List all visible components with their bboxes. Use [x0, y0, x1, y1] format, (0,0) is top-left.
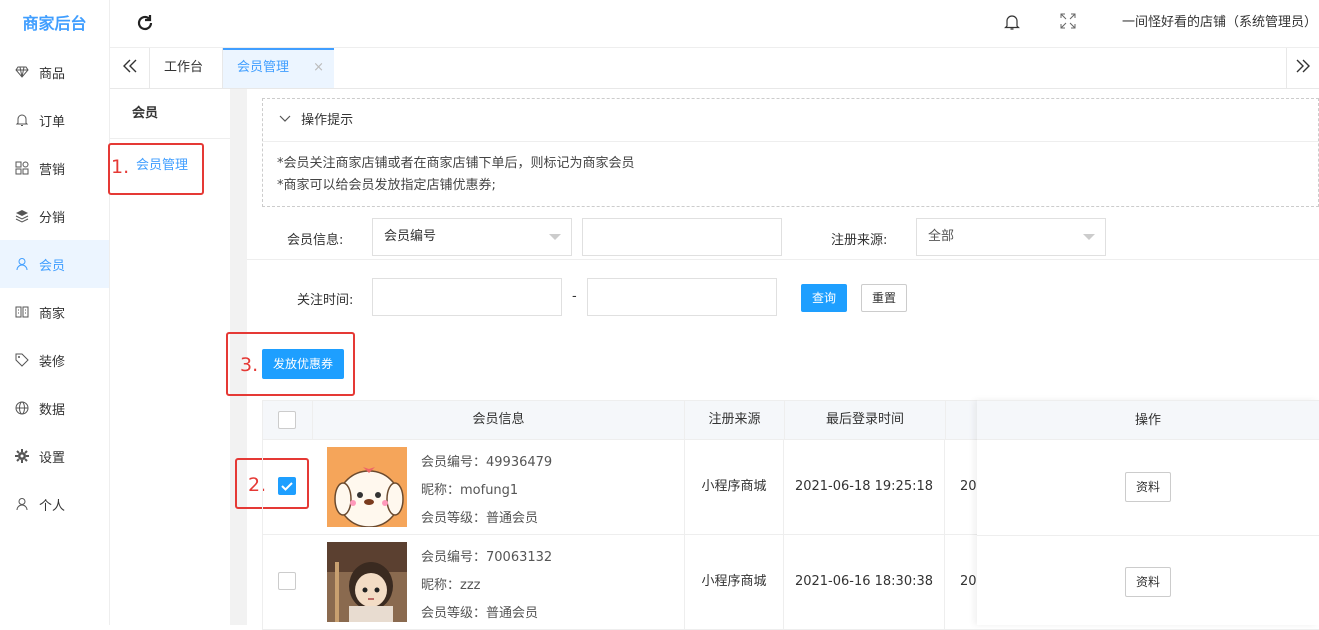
sidebar-item-label: 个人 — [39, 498, 66, 514]
member-detail-button[interactable]: 资料 — [1125, 567, 1171, 597]
sidebar-item-label: 商家 — [39, 306, 66, 322]
member-info-input[interactable] — [582, 218, 782, 256]
checkmark-icon — [281, 482, 293, 491]
sidebar-item-merchants[interactable]: 商家 — [0, 288, 109, 336]
tab-label: 工作台 — [164, 60, 204, 75]
row-divider — [977, 535, 1319, 536]
select-all-cell — [263, 401, 313, 439]
app-logo: 商家后台 — [22, 14, 87, 33]
column-header-last-login: 最后登录时间 — [785, 401, 946, 439]
tag-icon — [15, 353, 29, 367]
follow-time-end-input[interactable] — [587, 278, 777, 316]
tab-label: 会员管理 — [237, 60, 290, 75]
double-chevron-left-icon — [122, 58, 138, 78]
register-source-cell: 小程序商城 — [684, 535, 784, 629]
store-icon — [15, 305, 29, 319]
column-header-member-info: 会员信息 — [313, 401, 685, 439]
sidebar-item-distribution[interactable]: 分销 — [0, 192, 109, 240]
sidebar-item-data[interactable]: 数据 — [0, 384, 109, 432]
sub-nav-title: 会员 — [110, 89, 230, 139]
sidebar-item-decoration[interactable]: 装修 — [0, 336, 109, 384]
bell-icon — [15, 113, 29, 127]
sidebar-item-settings[interactable]: 设置 — [0, 432, 109, 480]
tab-bar: 工作台 会员管理 × — [110, 48, 1319, 89]
select-all-checkbox[interactable] — [278, 411, 296, 429]
member-info-select-value: 会员编号 — [384, 229, 437, 244]
follow-time-start-input[interactable] — [372, 278, 562, 316]
double-chevron-right-icon — [1295, 58, 1311, 78]
reset-button[interactable]: 重置 — [861, 284, 907, 312]
notification-bell-icon[interactable] — [1003, 13, 1021, 31]
operation-tips-body: *会员关注商家店铺或者在商家店铺下单后，则标记为商家会员 *商家可以给会员发放指… — [263, 142, 1318, 208]
sidebar-item-label: 装修 — [39, 354, 66, 370]
member-number: 会员编号：70063132 — [421, 550, 553, 565]
last-login-cell: 2021-06-16 18:30:38 — [784, 535, 945, 629]
shop-name[interactable]: 一间怪好看的店铺（系统管理员） — [1122, 0, 1317, 46]
register-source-label: 注册来源: — [831, 233, 888, 248]
sidebar-item-orders[interactable]: 订单 — [0, 96, 109, 144]
member-nickname: 昵称：zzz — [421, 578, 481, 593]
tab-member-management[interactable]: 会员管理 × — [223, 48, 334, 88]
top-bar: 一间怪好看的店铺（系统管理员） — [110, 0, 1319, 48]
apps-icon — [15, 161, 29, 175]
operation-tips-header[interactable]: 操作提示 — [263, 99, 1318, 142]
row-checkbox[interactable] — [278, 477, 296, 495]
register-source-cell: 小程序商城 — [684, 440, 784, 534]
sidebar-item-label: 会员 — [39, 258, 66, 274]
sidebar-item-goods[interactable]: 商品 — [0, 48, 109, 96]
diamond-icon — [15, 65, 29, 79]
chevron-down-icon — [279, 99, 291, 142]
sidebar-item-label: 订单 — [39, 114, 66, 130]
column-header-operations: 操作 — [977, 400, 1319, 440]
avatar — [327, 542, 407, 622]
sidebar-item-marketing[interactable]: 营销 — [0, 144, 109, 192]
avatar — [327, 447, 407, 527]
dropdown-arrow-icon — [1083, 234, 1095, 240]
register-source-select-value: 全部 — [928, 229, 955, 244]
member-info-select[interactable]: 会员编号 — [372, 218, 572, 256]
sidebar: 商家后台 商品 订单 营销 分销 会员 商家 装修 数据 设置 个人 — [0, 0, 110, 625]
member-detail-button[interactable]: 资料 — [1125, 472, 1171, 502]
annotation-label-step3: 3. — [240, 354, 259, 376]
member-nickname: 昵称：mofung1 — [421, 483, 519, 498]
divider — [247, 259, 1319, 260]
sidebar-item-label: 商品 — [39, 66, 66, 82]
dropdown-arrow-icon — [549, 234, 561, 240]
sidebar-item-label: 营销 — [39, 162, 66, 178]
register-source-select[interactable]: 全部 — [916, 218, 1106, 256]
member-number: 会员编号：49936479 — [421, 455, 553, 470]
person-icon — [15, 497, 29, 511]
fullscreen-icon[interactable] — [1060, 13, 1076, 29]
sidebar-item-members[interactable]: 会员 — [0, 240, 109, 288]
sidebar-item-label: 数据 — [39, 402, 66, 418]
sidebar-item-label: 分销 — [39, 210, 66, 226]
column-header-register-source: 注册来源 — [685, 401, 785, 439]
follow-time-label: 关注时间: — [297, 293, 354, 308]
globe-icon — [15, 401, 29, 415]
gear-icon — [15, 449, 29, 463]
close-icon[interactable]: × — [313, 50, 324, 86]
tip-line: *商家可以给会员发放指定店铺优惠券; — [277, 178, 496, 193]
last-login-cell: 2021-06-18 19:25:18 — [784, 440, 945, 534]
tabs-scroll-left-button[interactable] — [110, 48, 150, 88]
tab-workbench[interactable]: 工作台 — [150, 48, 223, 88]
date-range-separator: - — [572, 289, 577, 304]
layers-icon — [15, 209, 29, 223]
member-info-label: 会员信息: — [287, 233, 344, 248]
refresh-icon[interactable] — [134, 12, 156, 34]
tip-line: *会员关注商家店铺或者在商家店铺下单后，则标记为商家会员 — [277, 156, 635, 171]
annotation-label-step1: 1. — [111, 156, 130, 178]
row-checkbox[interactable] — [278, 572, 296, 590]
member-level: 会员等级：普通会员 — [421, 511, 539, 526]
operation-tips: 操作提示 *会员关注商家店铺或者在商家店铺下单后，则标记为商家会员 *商家可以给… — [262, 98, 1319, 207]
operation-tips-title: 操作提示 — [301, 113, 354, 128]
sidebar-item-label: 设置 — [39, 450, 66, 466]
member-level: 会员等级：普通会员 — [421, 606, 539, 621]
sidebar-item-personal[interactable]: 个人 — [0, 480, 109, 528]
query-button[interactable]: 查询 — [801, 284, 847, 312]
operations-column: 操作 资料 资料 — [977, 400, 1319, 625]
user-icon — [15, 257, 29, 271]
tabs-scroll-right-button[interactable] — [1286, 48, 1319, 88]
